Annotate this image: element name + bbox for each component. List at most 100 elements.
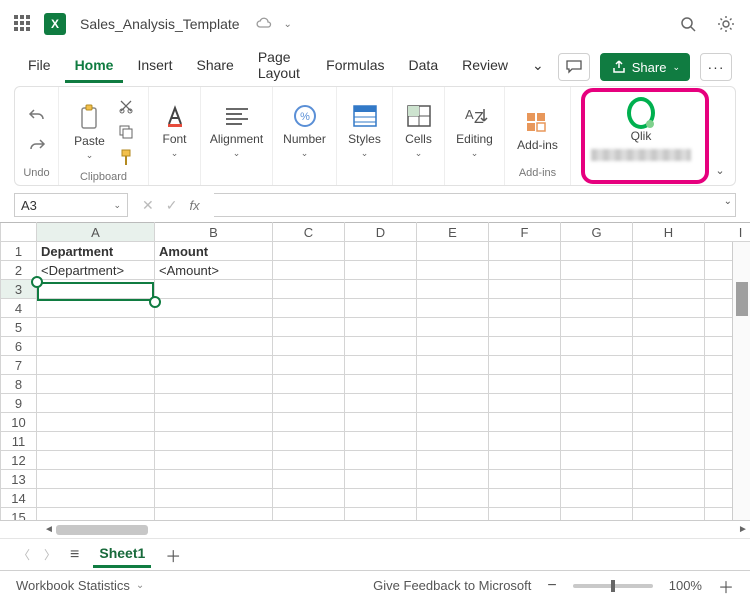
cell-E3[interactable] <box>417 280 489 299</box>
paste-button[interactable]: Paste ⌄ <box>70 104 109 161</box>
row-header-5[interactable]: 5 <box>1 318 37 337</box>
row-header-15[interactable]: 15 <box>1 508 37 521</box>
cell-G5[interactable] <box>561 318 633 337</box>
cell-H8[interactable] <box>633 375 705 394</box>
cell-H7[interactable] <box>633 356 705 375</box>
app-launcher-icon[interactable] <box>14 15 32 33</box>
selection-handle-tl[interactable] <box>31 276 43 288</box>
row-header-10[interactable]: 10 <box>1 413 37 432</box>
sheet-nav-next[interactable]: 〉 <box>44 546 56 563</box>
tab-overflow[interactable]: ⌄ <box>522 51 554 84</box>
cell-A15[interactable] <box>37 508 155 521</box>
cell-F12[interactable] <box>489 451 561 470</box>
cell-G11[interactable] <box>561 432 633 451</box>
cell-C7[interactable] <box>273 356 345 375</box>
row-header-8[interactable]: 8 <box>1 375 37 394</box>
cell-C15[interactable] <box>273 508 345 521</box>
namebox-dropdown-icon[interactable]: ⌄ <box>113 200 121 211</box>
cell-A12[interactable] <box>37 451 155 470</box>
cell-E11[interactable] <box>417 432 489 451</box>
zoom-slider[interactable] <box>573 584 653 588</box>
cell-G3[interactable] <box>561 280 633 299</box>
cell-D2[interactable] <box>345 261 417 280</box>
styles-button[interactable]: Styles ⌄ <box>344 102 385 159</box>
cell-G8[interactable] <box>561 375 633 394</box>
search-icon[interactable] <box>678 14 698 34</box>
cell-B7[interactable] <box>155 356 273 375</box>
cell-H15[interactable] <box>633 508 705 521</box>
cell-F1[interactable] <box>489 242 561 261</box>
cell-D5[interactable] <box>345 318 417 337</box>
cell-E6[interactable] <box>417 337 489 356</box>
cell-E9[interactable] <box>417 394 489 413</box>
cell-D13[interactable] <box>345 470 417 489</box>
row-header-1[interactable]: 1 <box>1 242 37 261</box>
cells-button[interactable]: Cells ⌄ <box>401 102 437 159</box>
row-header-11[interactable]: 11 <box>1 432 37 451</box>
row-header-7[interactable]: 7 <box>1 356 37 375</box>
cancel-formula-icon[interactable]: ✕ <box>142 197 154 214</box>
horizontal-scrollbar[interactable]: ◄ ► <box>0 520 750 538</box>
tab-page-layout[interactable]: Page Layout <box>248 43 312 91</box>
cell-H11[interactable] <box>633 432 705 451</box>
redo-button[interactable] <box>26 134 48 156</box>
select-all-corner[interactable] <box>1 223 37 242</box>
cell-B15[interactable] <box>155 508 273 521</box>
add-sheet-button[interactable]: ＋ <box>165 543 181 567</box>
cell-G4[interactable] <box>561 299 633 318</box>
cell-G10[interactable] <box>561 413 633 432</box>
cell-B3[interactable] <box>155 280 273 299</box>
comments-button[interactable] <box>558 53 590 81</box>
row-header-9[interactable]: 9 <box>1 394 37 413</box>
cell-G7[interactable] <box>561 356 633 375</box>
cell-D6[interactable] <box>345 337 417 356</box>
cell-E13[interactable] <box>417 470 489 489</box>
feedback-link[interactable]: Give Feedback to Microsoft <box>373 578 531 593</box>
cell-D15[interactable] <box>345 508 417 521</box>
cell-F5[interactable] <box>489 318 561 337</box>
cell-C8[interactable] <box>273 375 345 394</box>
cell-B4[interactable] <box>155 299 273 318</box>
cell-A13[interactable] <box>37 470 155 489</box>
cell-G13[interactable] <box>561 470 633 489</box>
cell-D1[interactable] <box>345 242 417 261</box>
cell-F2[interactable] <box>489 261 561 280</box>
cell-H5[interactable] <box>633 318 705 337</box>
cell-F7[interactable] <box>489 356 561 375</box>
cell-D14[interactable] <box>345 489 417 508</box>
cell-A3[interactable] <box>37 280 155 299</box>
cell-H14[interactable] <box>633 489 705 508</box>
cell-H1[interactable] <box>633 242 705 261</box>
cell-B2[interactable]: <Amount> <box>155 261 273 280</box>
cell-F10[interactable] <box>489 413 561 432</box>
cell-A7[interactable] <box>37 356 155 375</box>
scroll-right-icon[interactable]: ► <box>736 524 750 535</box>
cell-C3[interactable] <box>273 280 345 299</box>
cell-A6[interactable] <box>37 337 155 356</box>
cell-D12[interactable] <box>345 451 417 470</box>
cell-C2[interactable] <box>273 261 345 280</box>
undo-button[interactable] <box>26 104 48 126</box>
cell-A1[interactable]: Department <box>37 242 155 261</box>
cell-B8[interactable] <box>155 375 273 394</box>
col-header-I[interactable]: I <box>705 223 750 242</box>
settings-gear-icon[interactable] <box>716 14 736 34</box>
cell-E1[interactable] <box>417 242 489 261</box>
fx-icon[interactable]: fx <box>189 198 199 213</box>
cell-D8[interactable] <box>345 375 417 394</box>
col-header-D[interactable]: D <box>345 223 417 242</box>
cell-H12[interactable] <box>633 451 705 470</box>
cell-E4[interactable] <box>417 299 489 318</box>
tab-formulas[interactable]: Formulas <box>316 51 394 83</box>
cell-H3[interactable] <box>633 280 705 299</box>
cell-A10[interactable] <box>37 413 155 432</box>
workbook-statistics[interactable]: Workbook Statistics <box>16 578 130 593</box>
tab-home[interactable]: Home <box>65 51 124 83</box>
cell-G9[interactable] <box>561 394 633 413</box>
row-header-2[interactable]: 2 <box>1 261 37 280</box>
cell-G14[interactable] <box>561 489 633 508</box>
formula-bar[interactable] <box>214 193 736 217</box>
col-header-G[interactable]: G <box>561 223 633 242</box>
cell-B13[interactable] <box>155 470 273 489</box>
col-header-H[interactable]: H <box>633 223 705 242</box>
